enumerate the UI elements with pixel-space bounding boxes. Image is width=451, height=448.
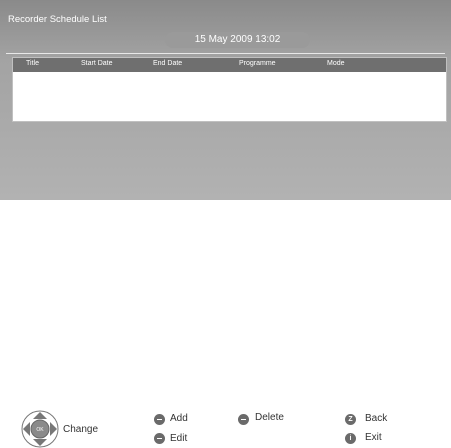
ok-label: OK xyxy=(36,427,44,433)
edit-button-icon[interactable] xyxy=(154,433,165,444)
schedule-table: Title Start Date End Date Programme Mode xyxy=(12,57,447,122)
delete-button-icon[interactable] xyxy=(238,414,249,425)
window-title: Recorder Schedule List xyxy=(8,14,107,25)
divider xyxy=(6,53,445,54)
back-label: Back xyxy=(365,413,388,424)
datetime-display: 15 May 2009 13:02 xyxy=(165,32,310,48)
back-button-icon[interactable]: Z xyxy=(345,414,356,425)
exit-label: Exit xyxy=(365,432,382,443)
footer-legend: OK Change Add Edit Delete Z Back i Exit xyxy=(0,201,451,448)
add-button-icon[interactable] xyxy=(154,414,165,425)
column-end-date: End Date xyxy=(153,60,183,67)
column-start-date: Start Date xyxy=(81,60,113,67)
delete-label: Delete xyxy=(255,412,284,423)
exit-button-icon[interactable]: i xyxy=(345,433,356,444)
recorder-screen: Recorder Schedule List 15 May 2009 13:02… xyxy=(0,0,451,200)
edit-label: Edit xyxy=(170,433,188,444)
column-title: Title xyxy=(26,60,39,67)
dpad-ok-icon[interactable]: OK xyxy=(21,410,59,448)
back-key: Z xyxy=(348,416,353,423)
table-header: Title Start Date End Date Programme Mode xyxy=(13,58,446,72)
column-mode: Mode xyxy=(327,60,345,67)
change-label: Change xyxy=(63,424,99,435)
exit-key: i xyxy=(349,435,352,442)
column-programme: Programme xyxy=(239,60,276,67)
add-label: Add xyxy=(170,413,188,424)
